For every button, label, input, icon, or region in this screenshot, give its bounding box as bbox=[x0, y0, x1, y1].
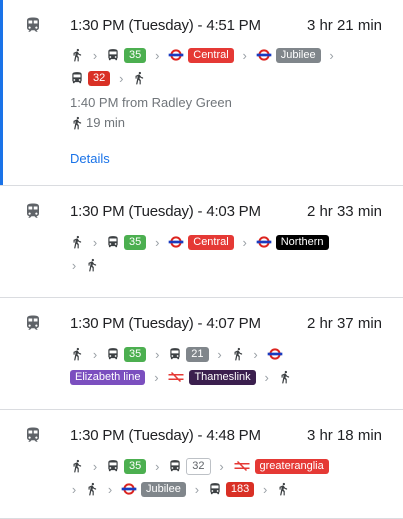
route-steps-cont: › bbox=[70, 255, 99, 275]
chevron-right-icon: › bbox=[155, 47, 160, 63]
underground-icon bbox=[256, 48, 272, 62]
walk-time: 19 min bbox=[86, 115, 126, 130]
chevron-right-icon: › bbox=[71, 257, 77, 273]
route-steps-cont: › › Jubilee › 183 › bbox=[70, 479, 290, 499]
departure-info: 1:40 PM from Radley Green bbox=[70, 95, 232, 110]
national-rail-icon bbox=[233, 460, 251, 472]
bus-icon bbox=[106, 48, 120, 62]
transit-icon bbox=[24, 314, 42, 332]
underground-icon bbox=[168, 48, 184, 62]
chevron-right-icon: › bbox=[107, 481, 113, 497]
bus-icon bbox=[208, 482, 222, 496]
route-duration: 2 hr 37 min bbox=[306, 315, 382, 332]
chevron-right-icon: › bbox=[92, 47, 98, 63]
bus-route-badge: 35 bbox=[124, 234, 147, 250]
route-steps: › 35 › 32 › greateranglia bbox=[70, 456, 329, 476]
bus-icon bbox=[168, 459, 182, 473]
bus-icon bbox=[168, 347, 182, 361]
chevron-right-icon: › bbox=[329, 47, 334, 63]
chevron-right-icon: › bbox=[194, 481, 200, 497]
chevron-right-icon: › bbox=[242, 234, 247, 250]
bus-route-badge: 32 bbox=[88, 70, 111, 86]
bus-icon bbox=[70, 71, 84, 85]
line-badge-jubilee: Jubilee bbox=[141, 481, 186, 497]
walk-icon bbox=[70, 459, 84, 473]
underground-icon bbox=[168, 235, 184, 249]
walk-icon bbox=[132, 71, 146, 85]
route-duration: 2 hr 33 min bbox=[306, 203, 382, 220]
chevron-right-icon: › bbox=[154, 369, 159, 385]
walk-icon bbox=[70, 235, 84, 249]
route-option-1[interactable]: 1:30 PM (Tuesday) - 4:51 PM 3 hr 21 min … bbox=[0, 0, 403, 186]
line-badge-northern: Northern bbox=[275, 234, 329, 250]
route-steps-cont: Elizabeth line › Thameslink › bbox=[70, 367, 292, 387]
route-times: 1:30 PM (Tuesday) - 4:51 PM bbox=[70, 17, 261, 34]
details-link[interactable]: Details bbox=[70, 151, 110, 166]
chevron-right-icon: › bbox=[242, 47, 247, 63]
chevron-right-icon: › bbox=[217, 346, 222, 362]
chevron-right-icon: › bbox=[71, 481, 77, 497]
bus-route-badge: 35 bbox=[124, 458, 147, 474]
chevron-right-icon: › bbox=[119, 70, 124, 86]
bus-route-badge: 32 bbox=[186, 457, 211, 475]
route-duration: 3 hr 18 min bbox=[306, 427, 382, 444]
walk-duration: 19 min bbox=[70, 115, 125, 130]
walk-icon bbox=[276, 482, 290, 496]
line-badge-thameslink: Thameslink bbox=[189, 369, 256, 385]
chevron-right-icon: › bbox=[155, 234, 160, 250]
chevron-right-icon: › bbox=[155, 458, 160, 474]
chevron-right-icon: › bbox=[219, 458, 224, 474]
walk-icon bbox=[278, 370, 292, 384]
chevron-right-icon: › bbox=[155, 346, 160, 362]
transit-icon bbox=[24, 16, 42, 34]
bus-route-badge: 35 bbox=[124, 346, 147, 362]
bus-route-badge: 35 bbox=[124, 47, 147, 63]
route-option-3[interactable]: 1:30 PM (Tuesday) - 4:07 PM 2 hr 37 min … bbox=[0, 298, 403, 410]
chevron-right-icon: › bbox=[264, 369, 269, 385]
national-rail-icon bbox=[167, 371, 185, 383]
elizabeth-line-icon bbox=[267, 347, 283, 361]
walk-icon bbox=[85, 258, 99, 272]
chevron-right-icon: › bbox=[92, 346, 98, 362]
route-steps: › 35 › 21 › › bbox=[70, 344, 283, 364]
walk-icon bbox=[85, 482, 99, 496]
route-duration: 3 hr 21 min bbox=[306, 17, 382, 34]
bus-route-badge: 21 bbox=[186, 346, 209, 362]
route-times: 1:30 PM (Tuesday) - 4:03 PM bbox=[70, 203, 261, 220]
route-steps: › 35 › Central › Jubilee › bbox=[70, 45, 343, 65]
chevron-right-icon: › bbox=[92, 458, 98, 474]
route-steps-cont: 32 › bbox=[70, 68, 146, 88]
line-badge-greateranglia: greateranglia bbox=[254, 458, 329, 474]
line-badge-central: Central bbox=[188, 234, 234, 250]
route-steps: › 35 › Central › Northern bbox=[70, 232, 329, 252]
route-times: 1:30 PM (Tuesday) - 4:48 PM bbox=[70, 427, 261, 444]
walk-icon bbox=[70, 116, 84, 130]
route-times: 1:30 PM (Tuesday) - 4:07 PM bbox=[70, 315, 261, 332]
walk-icon bbox=[70, 347, 84, 361]
route-option-4[interactable]: 1:30 PM (Tuesday) - 4:48 PM 3 hr 18 min … bbox=[0, 410, 403, 519]
line-badge-elizabeth: Elizabeth line bbox=[70, 369, 146, 385]
underground-icon bbox=[121, 482, 137, 496]
route-option-2[interactable]: 1:30 PM (Tuesday) - 4:03 PM 2 hr 33 min … bbox=[0, 186, 403, 298]
chevron-right-icon: › bbox=[92, 234, 98, 250]
walk-icon bbox=[70, 48, 84, 62]
bus-icon bbox=[106, 347, 120, 361]
underground-icon bbox=[256, 235, 272, 249]
walk-icon bbox=[231, 347, 245, 361]
bus-icon bbox=[106, 235, 120, 249]
line-badge-jubilee: Jubilee bbox=[275, 47, 321, 63]
transit-icon bbox=[24, 426, 42, 444]
line-badge-central: Central bbox=[188, 47, 234, 63]
bus-route-badge: 183 bbox=[225, 481, 255, 497]
bus-icon bbox=[106, 459, 120, 473]
chevron-right-icon: › bbox=[253, 346, 258, 362]
transit-icon bbox=[24, 202, 42, 220]
chevron-right-icon: › bbox=[263, 481, 268, 497]
